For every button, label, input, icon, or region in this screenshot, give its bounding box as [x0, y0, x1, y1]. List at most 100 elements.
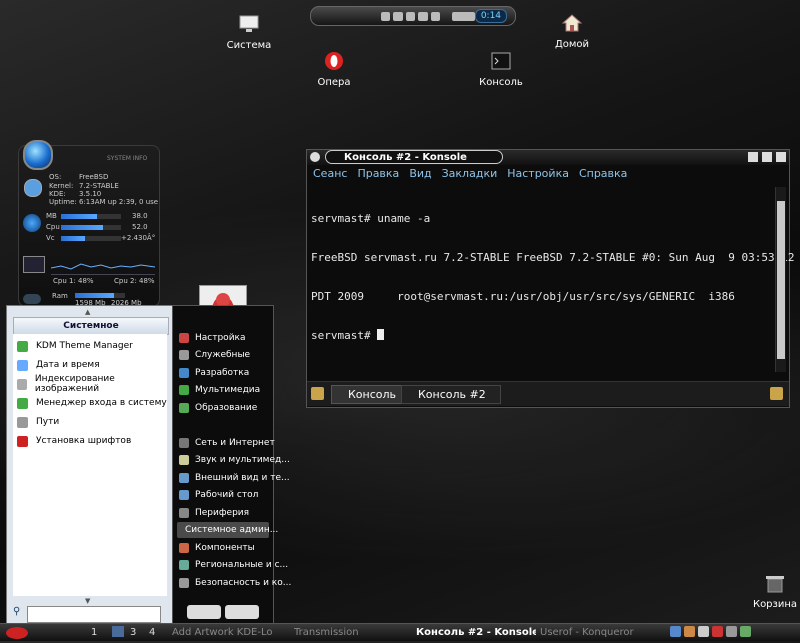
desktop-icon-opera[interactable]: Опера [299, 49, 369, 88]
new-session-icon[interactable] [311, 387, 324, 400]
pause-button[interactable] [405, 11, 416, 21]
kmenu-panel: ▲ Системное администрирование KDM Theme … [6, 305, 174, 625]
desktop-2[interactable] [112, 626, 124, 637]
volume-button[interactable] [452, 11, 475, 21]
monitor-icon [23, 256, 45, 273]
regional-icon [179, 560, 189, 570]
list-item[interactable]: Пути [17, 414, 59, 430]
category-settings[interactable]: Настройка [179, 330, 246, 346]
scrollbar-thumb[interactable] [777, 201, 785, 359]
scroll-up-arrow[interactable]: ▲ [85, 308, 90, 316]
scroll-down-arrow[interactable]: ▼ [85, 597, 90, 605]
cpu1-usage: Cpu 1: 48% [53, 277, 94, 285]
window-menu-icon[interactable] [310, 152, 320, 162]
category-label: Настройка [195, 333, 246, 343]
list-item[interactable]: Дата и время [17, 357, 100, 373]
menu-edit[interactable]: Правка [357, 167, 399, 183]
title-bar[interactable]: Консоль #2 - Konsole [307, 150, 789, 165]
list-item-label: Дата и время [36, 360, 100, 370]
menu-settings[interactable]: Настройка [507, 167, 569, 183]
menu-session[interactable]: Сеанс [313, 167, 347, 183]
terminal-icon [489, 49, 513, 73]
orb-icon [23, 140, 53, 170]
desktop-3[interactable]: 3 [130, 626, 136, 639]
category-utilities[interactable]: Служебные [179, 347, 250, 363]
desktop-1[interactable]: 1 [91, 626, 97, 639]
list-item-label: Менеджер входа в систему [36, 398, 167, 408]
category-components[interactable]: Компоненты [179, 540, 255, 556]
task-transmission[interactable]: Transmission [294, 626, 404, 639]
prompt: servmast# [311, 329, 378, 342]
widget-title: SYSTEM INFO [107, 155, 148, 162]
category-sound[interactable]: Звук и мультимед... [179, 452, 290, 468]
vc-label: Vc [46, 234, 55, 242]
menu-help[interactable]: Справка [579, 167, 627, 183]
category-multimedia[interactable]: Мультимедиа [179, 382, 260, 398]
list-item[interactable]: Индексирование изображений [17, 374, 167, 394]
sound-icon [179, 455, 189, 465]
terminal-line: FreeBSD servmast.ru 7.2-STABLE FreeBSD 7… [311, 251, 795, 264]
category-regional[interactable]: Региональные и с... [179, 557, 288, 573]
ram-icon [23, 294, 41, 304]
category-security[interactable]: Безопасность и ко... [179, 575, 291, 591]
list-item[interactable]: KDM Theme Manager [17, 338, 133, 354]
desktop-4[interactable]: 4 [149, 626, 155, 639]
category-label: Разработка [195, 368, 250, 378]
network-icon [179, 438, 189, 448]
system-tray [670, 626, 796, 639]
close-button[interactable] [776, 152, 786, 162]
kmenu-button[interactable] [2, 625, 32, 640]
task-artwork[interactable]: Add Artwork KDE-Lo [172, 626, 290, 639]
cursor [377, 329, 385, 340]
category-appearance[interactable]: Внешний вид и те... [179, 470, 290, 486]
mb-bar [61, 214, 121, 219]
category-system-admin[interactable]: Системное админ... [177, 522, 278, 538]
desktop-icon-home[interactable]: Домой [537, 11, 607, 50]
taskbar: 1 3 4 Add Artwork KDE-Lo Transmission Ко… [0, 623, 800, 641]
list-item[interactable]: Менеджер входа в систему [17, 395, 167, 411]
search-input[interactable] [27, 606, 161, 623]
stop-button[interactable] [418, 11, 428, 21]
prev-button[interactable] [381, 11, 391, 21]
tray-icon[interactable] [670, 626, 681, 637]
next-button[interactable] [430, 11, 441, 21]
desktop-icon-konsole[interactable]: Консоль [466, 49, 536, 88]
list-item-label: Установка шрифтов [36, 436, 132, 446]
konsole-window: Консоль #2 - Konsole Сеанс Правка Вид За… [306, 149, 795, 408]
terminal-output[interactable]: servmast# uname -a FreeBSD servmast.ru 7… [311, 186, 795, 376]
logout-button[interactable] [225, 605, 259, 619]
close-session-icon[interactable] [770, 387, 783, 400]
vc-bar [61, 236, 121, 241]
category-desktop[interactable]: Рабочий стол [179, 487, 258, 503]
menu-view[interactable]: Вид [409, 167, 431, 183]
home-icon [560, 11, 584, 35]
tray-icon[interactable] [712, 626, 723, 637]
category-development[interactable]: Разработка [179, 365, 249, 381]
maximize-button[interactable] [762, 152, 772, 162]
system-info-widget: SYSTEM INFO OS: FreeBSD Kernel: 7.2-STAB… [18, 140, 160, 307]
tray-icon[interactable] [684, 626, 695, 637]
task-konsole[interactable]: Консоль #2 - Konsole [416, 626, 536, 639]
tray-icon[interactable] [698, 626, 709, 637]
play-button[interactable] [393, 11, 403, 21]
scrollbar[interactable] [775, 187, 786, 372]
utilities-icon [179, 350, 189, 360]
tray-icon[interactable] [740, 626, 751, 637]
category-network[interactable]: Сеть и Интернет [179, 435, 275, 451]
desktop-icon-system[interactable]: Система [214, 12, 284, 51]
task-konqueror[interactable]: Userof - Konqueror [540, 626, 662, 639]
category-label: Внешний вид и те... [195, 473, 290, 483]
tray-icon[interactable] [726, 626, 737, 637]
lock-button[interactable] [187, 605, 221, 619]
menu-bookmarks[interactable]: Закладки [442, 167, 498, 183]
category-peripherals[interactable]: Периферия [179, 505, 249, 521]
category-label: Системное админ... [185, 525, 279, 535]
list-item[interactable]: Установка шрифтов [17, 433, 131, 449]
category-education[interactable]: Образование [179, 400, 257, 416]
minimize-button[interactable] [748, 152, 758, 162]
tab-konsole-2[interactable]: Консоль #2 [401, 385, 501, 404]
terminal-line: servmast# [311, 329, 773, 342]
os-label: OS: [49, 173, 62, 181]
category-label: Сеть и Интернет [195, 438, 275, 448]
desktop-icon-trash[interactable]: Корзина [740, 571, 800, 610]
